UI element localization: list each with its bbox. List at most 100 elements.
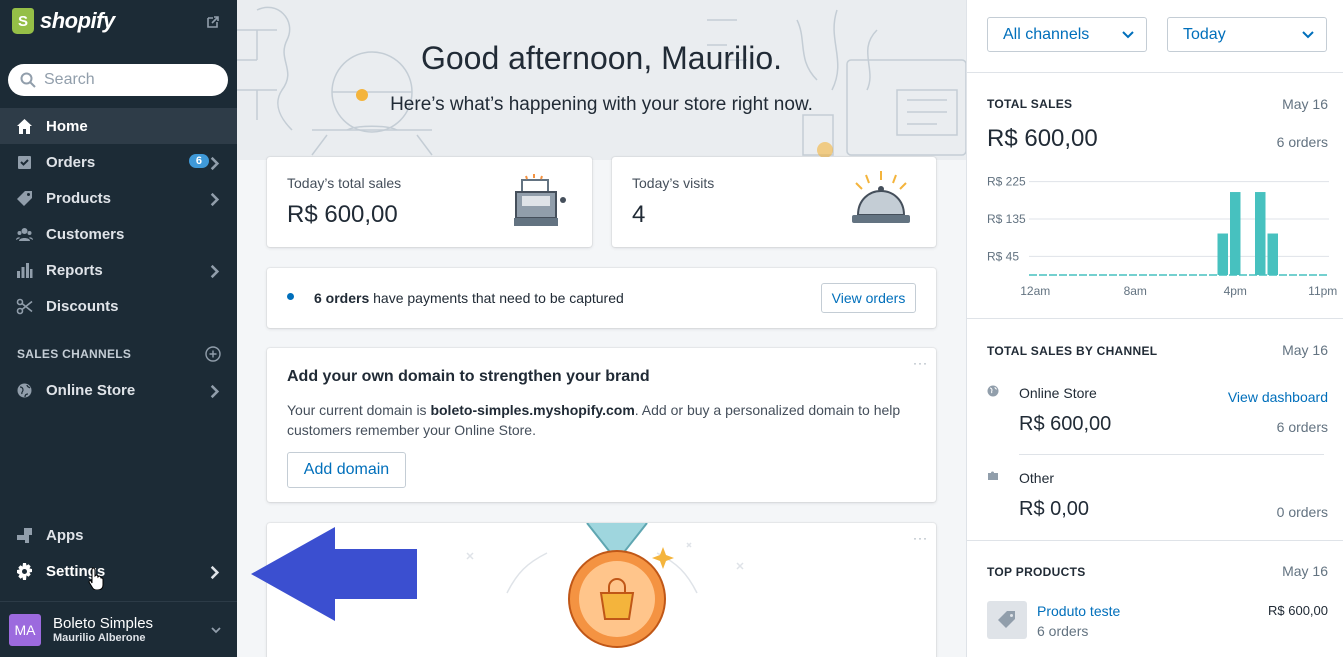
- product-orders: 6 orders: [1037, 623, 1089, 639]
- tag-icon: [17, 190, 32, 206]
- date-filter-select[interactable]: Today: [1167, 17, 1327, 52]
- cash-register-icon: [514, 174, 566, 226]
- chevron-down-icon: [1302, 31, 1314, 39]
- more-options-icon[interactable]: ···: [913, 531, 928, 545]
- store-switcher[interactable]: MA Boleto Simples Maurilio Alberone: [0, 601, 237, 657]
- chart-y-tick-label: R$ 135: [987, 212, 1026, 226]
- greeting-title: Good afternoon, Maurilio.: [420, 40, 783, 76]
- nav-customers[interactable]: Customers: [0, 216, 237, 252]
- bar-chart-icon: [17, 262, 33, 278]
- view-orders-button[interactable]: View orders: [821, 283, 916, 313]
- chart-x-tick-label: 12am: [1020, 284, 1050, 298]
- sales-channels-heading: SALES CHANNELS: [17, 347, 132, 361]
- nav-online-store-label: Online Store: [46, 381, 136, 399]
- channel-online-store-name: Online Store: [1019, 385, 1097, 401]
- channel-other-orders: 0 orders: [1276, 504, 1328, 520]
- nav-orders-label: Orders: [46, 153, 96, 171]
- app-root: shopify Home Orders 6 Products: [0, 0, 1343, 657]
- scissors-icon: [16, 298, 33, 314]
- customers-icon: [16, 227, 33, 241]
- domain-title: Add your own domain to strengthen your b…: [287, 368, 650, 385]
- top-products-title: TOP PRODUCTS: [987, 565, 1086, 579]
- total-sales-card[interactable]: Today’s total sales R$ 600,00: [267, 157, 592, 247]
- shopify-bag-icon: [12, 8, 34, 34]
- nav-customers-label: Customers: [46, 225, 125, 243]
- total-sales-title: TOTAL SALES: [987, 97, 1073, 111]
- sidebar: shopify Home Orders 6 Products: [0, 0, 237, 657]
- nav-reports-label: Reports: [46, 261, 103, 279]
- view-dashboard-link[interactable]: View dashboard: [1228, 389, 1328, 405]
- globe-icon: [987, 385, 999, 397]
- gear-icon: [17, 562, 32, 580]
- chart-x-tick-label: 11pm: [1308, 284, 1337, 298]
- external-link-icon[interactable]: [206, 15, 220, 29]
- total-sales-date: May 16: [1282, 96, 1328, 112]
- chart-x-tick-label: 8am: [1124, 284, 1147, 298]
- main-nav: Home Orders 6 Products Customers Reports: [0, 108, 237, 324]
- visits-card[interactable]: Today’s visits 4: [612, 157, 936, 247]
- chevron-right-icon: [210, 156, 220, 171]
- nav-apps[interactable]: Apps: [0, 517, 237, 553]
- chart-x-tick-label: 4pm: [1224, 284, 1247, 298]
- analytics-panel: All channels Today TOTAL SALES May 16 R$…: [966, 0, 1343, 657]
- hero-illustration: [237, 6, 966, 158]
- greeting-subtitle: Here’s what’s happening with your store …: [390, 94, 813, 115]
- channels-nav: Online Store: [0, 372, 237, 408]
- channel-filter-select[interactable]: All channels: [987, 17, 1147, 52]
- apps-icon: [17, 527, 32, 543]
- domain-text-before: Your current domain is: [287, 402, 427, 418]
- search-bar[interactable]: [8, 64, 228, 96]
- product-value: R$ 600,00: [1268, 603, 1328, 618]
- nav-discounts[interactable]: Discounts: [0, 288, 237, 324]
- chevron-down-icon: [211, 627, 221, 634]
- domain-url: boleto-simples.myshopify.com: [430, 402, 635, 418]
- add-channel-icon[interactable]: [205, 346, 221, 362]
- bottom-nav: Apps Settings: [0, 517, 237, 589]
- search-input[interactable]: [44, 71, 204, 89]
- payments-text: have payments that need to be captured: [373, 290, 624, 306]
- total-sales-amount: R$ 600,00: [987, 125, 1098, 152]
- more-options-icon[interactable]: ···: [913, 356, 928, 370]
- chevron-right-icon: [210, 264, 220, 279]
- chart-y-tick-label: R$ 225: [987, 175, 1026, 189]
- nav-home-label: Home: [46, 117, 88, 135]
- domain-card: ··· Add your own domain to strengthen yo…: [267, 348, 936, 502]
- product-name-link[interactable]: Produto teste: [1037, 603, 1120, 619]
- nav-products-label: Products: [46, 189, 112, 207]
- total-sales-orders: 6 orders: [1276, 134, 1328, 150]
- nav-reports[interactable]: Reports: [0, 252, 237, 288]
- globe-icon: [17, 383, 32, 397]
- add-domain-button[interactable]: Add domain: [287, 452, 406, 488]
- nav-discounts-label: Discounts: [46, 297, 119, 315]
- main-content: Good afternoon, Maurilio. Here’s what’s …: [237, 0, 966, 657]
- nav-home[interactable]: Home: [0, 108, 237, 144]
- store-name: Boleto Simples: [53, 615, 154, 632]
- channel-online-store-value: R$ 600,00: [1019, 413, 1112, 435]
- brand-name: shopify: [40, 8, 115, 33]
- channel-other-name: Other: [1019, 470, 1055, 486]
- chevron-right-icon: [210, 565, 220, 580]
- chart-bar: [1267, 233, 1278, 275]
- date-filter-value: Today: [1183, 25, 1226, 43]
- top-products-date: May 16: [1282, 563, 1328, 579]
- nav-products[interactable]: Products: [0, 180, 237, 216]
- shopify-logo[interactable]: shopify: [12, 8, 115, 34]
- chevron-down-icon: [1122, 31, 1134, 39]
- by-channel-date: May 16: [1282, 342, 1328, 358]
- store-info: Boleto Simples Maurilio Alberone: [53, 615, 153, 644]
- channel-other-value: R$ 0,00: [1019, 498, 1090, 520]
- top-products-section: TOP PRODUCTS May 16 Produto teste 6 orde…: [967, 540, 1343, 657]
- tag-icon: [998, 611, 1015, 628]
- avatar: MA: [9, 613, 41, 646]
- total-sales-section: TOTAL SALES May 16 R$ 600,00 6 orders R$…: [967, 72, 1343, 318]
- nav-settings[interactable]: Settings: [0, 553, 237, 589]
- chevron-right-icon: [210, 384, 220, 399]
- nav-online-store[interactable]: Online Store: [0, 372, 237, 408]
- channel-filter-value: All channels: [1003, 25, 1090, 43]
- hero-banner: Good afternoon, Maurilio. Here’s what’s …: [237, 0, 966, 160]
- chart-bar: [1255, 192, 1266, 275]
- product-thumbnail[interactable]: [987, 601, 1027, 639]
- sales-by-channel-section: TOTAL SALES BY CHANNEL May 16 Online Sto…: [967, 318, 1343, 540]
- nav-orders[interactable]: Orders 6: [0, 144, 237, 180]
- chart-y-tick-label: R$ 45: [987, 249, 1019, 263]
